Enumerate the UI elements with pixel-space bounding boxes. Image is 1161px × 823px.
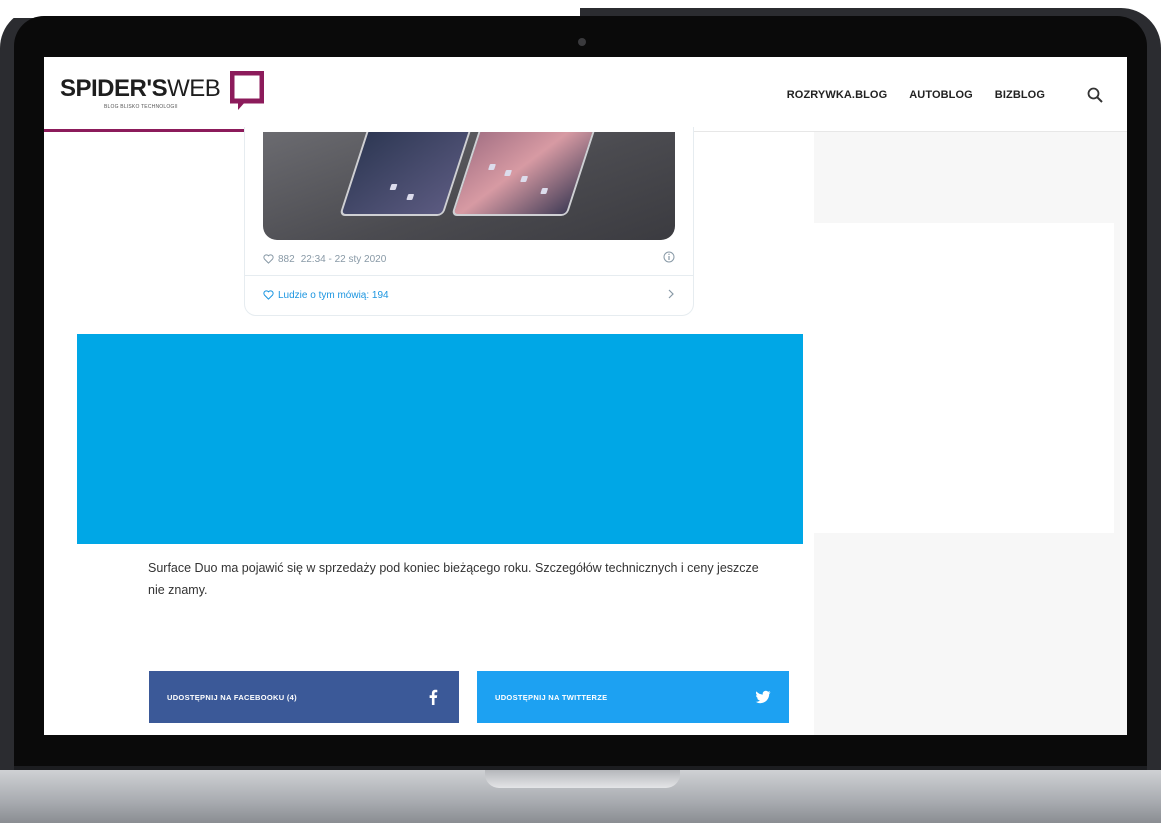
app-icon bbox=[389, 184, 398, 190]
app-icon bbox=[488, 164, 496, 170]
logo-tagline: BLOG BLISKO TECHNOLOGII bbox=[104, 104, 178, 110]
logo-text: SPIDER'SWEB bbox=[60, 75, 221, 103]
app-icon bbox=[520, 176, 529, 182]
sidebar-ad[interactable] bbox=[814, 223, 1114, 533]
site-header: SPIDER'SWEB BLOG BLISKO TECHNOLOGII ROZR… bbox=[44, 57, 1127, 132]
main-nav: ROZRYWKA.BLOG AUTOBLOG BIZBLOG bbox=[787, 87, 1103, 103]
facebook-icon bbox=[429, 689, 438, 705]
search-icon[interactable] bbox=[1087, 87, 1103, 103]
nav-link-bizblog[interactable]: BIZBLOG bbox=[995, 89, 1045, 101]
article-paragraph: Surface Duo ma pojawić się w sprzedaży p… bbox=[148, 561, 759, 597]
tweet-meta: 882 22:34 - 22 sty 2020 bbox=[263, 251, 675, 267]
device-right-screen bbox=[451, 132, 601, 216]
app-icon bbox=[504, 170, 513, 176]
surface-duo-image bbox=[337, 132, 603, 222]
laptop-base-notch bbox=[485, 770, 680, 788]
share-facebook-label: UDOSTĘPNIJ NA FACEBOOKU (4) bbox=[167, 692, 297, 702]
embedded-tweet[interactable]: 882 22:34 - 22 sty 2020 Ludzie o tym mów… bbox=[244, 127, 694, 316]
app-icon bbox=[540, 188, 549, 194]
content-ad[interactable] bbox=[77, 334, 803, 544]
screen: SPIDER'SWEB BLOG BLISKO TECHNOLOGII ROZR… bbox=[44, 57, 1127, 735]
share-twitter-button[interactable]: UDOSTĘPNIJ NA TWITTERZE bbox=[477, 671, 789, 723]
share-facebook-button[interactable]: UDOSTĘPNIJ NA FACEBOOKU (4) bbox=[149, 671, 459, 723]
tweet-likes: 882 bbox=[278, 253, 295, 265]
logo-text-light: WEB bbox=[167, 75, 221, 102]
share-twitter-label: UDOSTĘPNIJ NA TWITTERZE bbox=[495, 692, 608, 702]
twitter-icon bbox=[755, 690, 771, 704]
info-icon[interactable] bbox=[663, 251, 675, 263]
nav-link-rozrywka[interactable]: ROZRYWKA.BLOG bbox=[787, 89, 888, 101]
tweet-image[interactable] bbox=[263, 132, 675, 240]
speech-bubble-icon bbox=[230, 71, 264, 110]
nav-link-autoblog[interactable]: AUTOBLOG bbox=[909, 89, 973, 101]
camera-dot bbox=[578, 38, 586, 46]
app-icon bbox=[406, 194, 415, 200]
heart-icon[interactable] bbox=[263, 254, 274, 264]
tweet-timestamp[interactable]: 22:34 - 22 sty 2020 bbox=[301, 254, 387, 265]
chevron-right-icon bbox=[668, 289, 674, 299]
tweet-divider bbox=[245, 275, 693, 276]
heart-icon bbox=[263, 290, 274, 300]
tweet-discussion-link[interactable]: Ludzie o tym mówią: 194 bbox=[263, 287, 675, 303]
tweet-discussion-text: Ludzie o tym mówią: 194 bbox=[278, 289, 389, 301]
logo-text-bold: SPIDER'S bbox=[60, 75, 168, 102]
